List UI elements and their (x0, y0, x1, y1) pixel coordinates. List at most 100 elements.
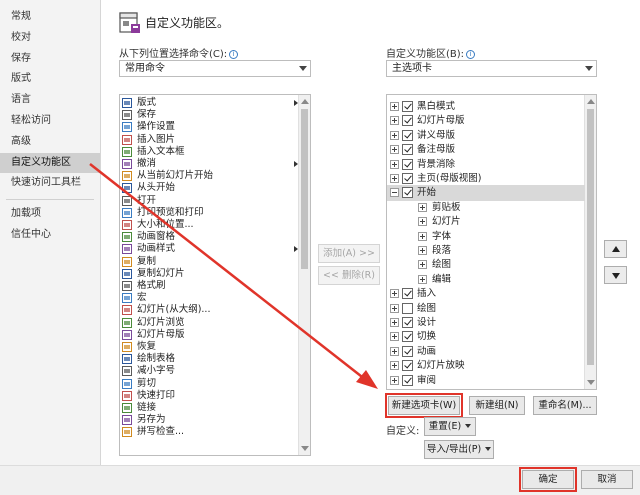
expand-icon[interactable] (390, 289, 399, 299)
command-item[interactable]: 减小字号 (120, 365, 310, 377)
ribbon-tab-item[interactable]: 备注母版 (387, 142, 585, 157)
tab-checkbox[interactable] (402, 173, 413, 184)
nav-item[interactable]: 快速访问工具栏 (0, 173, 100, 194)
remove-button[interactable]: << 删除(R) (318, 266, 380, 285)
tree-scrollbar[interactable] (584, 95, 596, 389)
ribbon-group-item[interactable]: 段落 (387, 243, 585, 258)
nav-item[interactable]: 加载项 (0, 204, 100, 225)
reset-button[interactable]: 重置(E) (424, 417, 476, 436)
rename-button[interactable]: 重命名(M)... (533, 396, 597, 415)
tab-checkbox[interactable] (402, 360, 413, 372)
tab-checkbox[interactable] (402, 345, 413, 357)
command-item[interactable]: 复制 (120, 256, 310, 268)
command-item[interactable]: 从当前幻灯片开始 (120, 170, 310, 182)
nav-item[interactable]: 轻松访问 (0, 111, 100, 132)
expand-icon[interactable] (418, 231, 427, 241)
expand-icon[interactable] (390, 361, 399, 371)
nav-item[interactable]: 校对 (0, 28, 100, 49)
command-item[interactable]: 幻灯片(从大纲)... (120, 304, 310, 316)
scroll-down-icon[interactable] (301, 446, 309, 451)
command-item[interactable]: 拼写检查... (120, 426, 310, 438)
tab-checkbox[interactable] (402, 101, 413, 112)
nav-item[interactable]: 保存 (0, 49, 100, 70)
nav-item[interactable]: 高级 (0, 132, 100, 153)
command-item[interactable]: 操作设置 (120, 121, 310, 133)
ok-button[interactable]: 确定 (519, 467, 577, 492)
command-item[interactable]: 链接 (120, 402, 310, 414)
ribbon-tab-item[interactable]: 开始 (387, 185, 585, 201)
ribbon-group-item[interactable]: 绘图 (387, 257, 585, 272)
command-item[interactable]: 版式 (120, 97, 310, 109)
ribbon-group-item[interactable]: 幻灯片 (387, 214, 585, 229)
command-item[interactable]: 剪切 (120, 378, 310, 390)
customize-ribbon-combo[interactable]: 主选项卡 (386, 60, 597, 77)
expand-icon[interactable] (390, 130, 399, 140)
tab-checkbox[interactable] (402, 144, 413, 156)
expand-icon[interactable] (390, 102, 399, 111)
command-item[interactable]: 格式刷 (120, 280, 310, 292)
ribbon-tab-item[interactable]: 绘图 (387, 301, 585, 316)
expand-icon[interactable] (418, 260, 427, 270)
ribbon-tab-item[interactable]: 黑白模式 (387, 99, 585, 114)
tab-checkbox[interactable] (402, 187, 413, 199)
ribbon-tab-item[interactable]: 幻灯片母版 (387, 113, 585, 128)
ribbon-tab-item[interactable]: 插入 (387, 286, 585, 301)
nav-item[interactable]: 自定义功能区 (0, 152, 100, 174)
new-group-button[interactable]: 新建组(N) (469, 396, 525, 415)
ribbon-group-item[interactable]: 剪贴板 (387, 200, 585, 215)
expand-icon[interactable] (390, 116, 399, 126)
command-item[interactable]: 插入图片 (120, 134, 310, 146)
expand-icon[interactable] (418, 217, 427, 227)
scroll-thumb[interactable] (587, 109, 594, 365)
move-up-button[interactable] (604, 240, 627, 258)
tab-checkbox[interactable] (402, 158, 413, 170)
new-tab-button[interactable]: 新建选项卡(W) (385, 393, 463, 418)
command-item[interactable]: 从头开始 (120, 182, 310, 194)
ribbon-group-item[interactable]: 编辑 (387, 272, 585, 287)
ribbon-tabs-tree[interactable]: 黑白模式 幻灯片母版 讲义母版 备注母版 背景消除 主页(母版视图) 开始 剪贴板 幻灯片 字体段… (386, 94, 597, 390)
command-item[interactable]: 动画样式 (120, 243, 310, 255)
expand-icon[interactable] (390, 159, 399, 169)
command-item[interactable]: 快速打印 (120, 390, 310, 402)
command-item[interactable]: 绘制表格 (120, 353, 310, 365)
command-item[interactable]: 插入文本框 (120, 146, 310, 158)
tab-checkbox[interactable] (402, 129, 413, 141)
command-item[interactable]: 保存 (120, 109, 310, 121)
scroll-down-icon[interactable] (587, 380, 595, 385)
ribbon-tab-item[interactable]: 讲义母版 (387, 128, 585, 143)
commands-list[interactable]: 版式 保存 操作设置 插入图片 插入文本框 撤消 从当前幻灯片开始 从头开始 打开 打印预览和打印… (119, 94, 311, 456)
ribbon-tab-item[interactable]: 主页(母版视图) (387, 171, 585, 186)
command-item[interactable]: 撤消 (120, 158, 310, 170)
expand-icon[interactable] (390, 346, 399, 356)
command-item[interactable]: 动画窗格 (120, 231, 310, 243)
tab-checkbox[interactable] (402, 302, 413, 314)
choose-commands-combo[interactable]: 常用命令 (119, 60, 311, 77)
tab-checkbox[interactable] (402, 374, 413, 386)
expand-icon[interactable] (418, 202, 427, 212)
command-item[interactable]: 另存为 (120, 414, 310, 426)
tab-checkbox[interactable] (402, 317, 413, 328)
move-down-button[interactable] (604, 266, 627, 284)
command-item[interactable]: 宏 (120, 292, 310, 304)
expand-icon[interactable] (390, 318, 399, 327)
ribbon-group-item[interactable]: 字体 (387, 229, 585, 244)
command-item[interactable]: 打开 (120, 195, 310, 207)
nav-item[interactable]: 信任中心 (0, 225, 100, 246)
command-item[interactable]: 复制幻灯片 (120, 268, 310, 280)
scroll-up-icon[interactable] (587, 99, 595, 104)
cancel-button[interactable]: 取消 (581, 470, 633, 489)
expand-icon[interactable] (390, 375, 399, 385)
expand-icon[interactable] (390, 145, 399, 155)
expand-icon[interactable] (390, 303, 399, 313)
command-item[interactable]: 幻灯片浏览 (120, 317, 310, 329)
expand-icon[interactable] (418, 246, 427, 255)
ribbon-tab-item[interactable]: 动画 (387, 344, 585, 359)
collapse-icon[interactable] (390, 188, 399, 198)
command-item[interactable]: 大小和位置... (120, 219, 310, 231)
tab-checkbox[interactable] (402, 115, 413, 127)
expand-icon[interactable] (418, 274, 427, 284)
import-export-button[interactable]: 导入/导出(P) (424, 440, 494, 459)
ribbon-tab-item[interactable]: 审阅 (387, 373, 585, 388)
nav-item[interactable]: 常规 (0, 7, 100, 28)
command-item[interactable]: 打印预览和打印 (120, 207, 310, 219)
